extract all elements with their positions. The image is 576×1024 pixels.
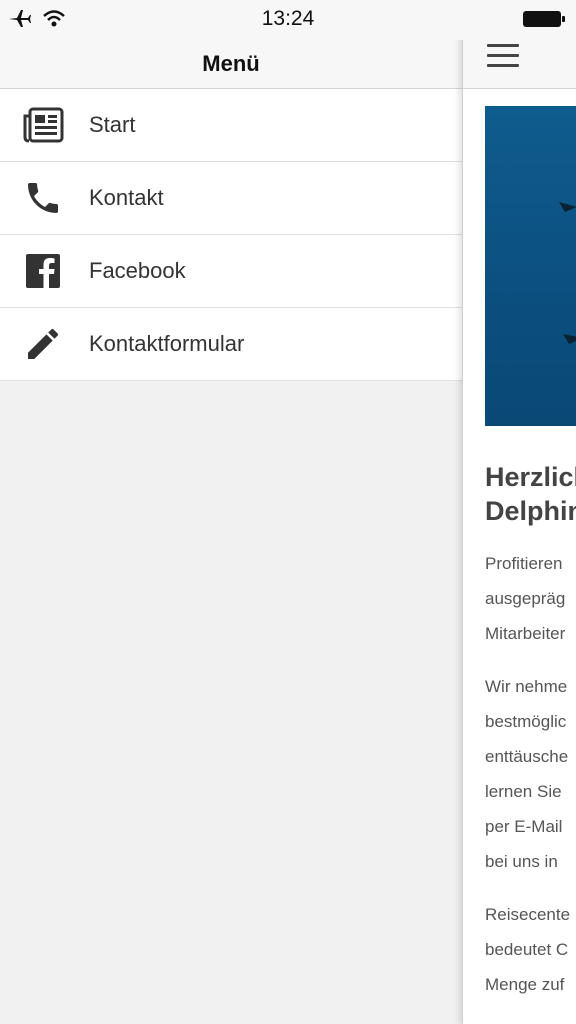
menu-item-start[interactable]: Start <box>0 89 462 162</box>
pencil-icon <box>21 322 65 366</box>
menu-item-kontaktformular[interactable]: Kontaktformular <box>0 308 462 381</box>
article-heading: Herzlich Delphin <box>485 460 576 528</box>
paragraph-line: lernen Sie <box>485 782 562 801</box>
paragraph-line: Menge zuf <box>485 975 565 994</box>
menu-item-label: Facebook <box>89 258 186 283</box>
status-bar: 13:24 <box>0 0 576 40</box>
article-paragraph: Wir nehme bestmöglic enttäusche lernen S… <box>485 669 576 879</box>
status-time: 13:24 <box>261 7 315 30</box>
menu-item-kontakt[interactable]: Kontakt <box>0 162 462 235</box>
article: Herzlich Delphin Profitieren ausgepräg M… <box>485 460 576 1020</box>
paragraph-line: Wir nehme <box>485 677 568 696</box>
paragraph-line: per E-Mail <box>485 817 563 836</box>
paragraph-line: enttäusche <box>485 747 569 766</box>
status-icons-left <box>8 8 66 33</box>
airplane-icon <box>8 8 32 33</box>
menu-item-facebook[interactable]: Facebook <box>0 235 462 308</box>
menu-item-label: Kontaktformular <box>89 331 245 356</box>
newspaper-icon <box>21 103 65 147</box>
wifi-icon <box>42 8 66 33</box>
article-paragraph: Reisecente bedeutet C Menge zuf <box>485 897 576 1002</box>
hero-image <box>485 106 576 426</box>
menu-title: Menü <box>0 40 462 89</box>
phone-icon <box>21 176 65 220</box>
paragraph-line: bestmöglic <box>485 712 567 731</box>
menu-item-label: Start <box>89 112 136 137</box>
menu-list: Start Kontakt Facebook Kontaktformular <box>0 89 462 381</box>
paragraph-line: ausgepräg <box>485 589 566 608</box>
facebook-icon <box>21 249 65 293</box>
airplane-photo <box>559 202 576 344</box>
battery-icon <box>522 9 566 34</box>
content-panel[interactable]: Herzlich Delphin Profitieren ausgepräg M… <box>462 28 576 1024</box>
paragraph-line: bei uns in <box>485 852 558 871</box>
hamburger-menu-icon[interactable] <box>487 44 519 70</box>
paragraph-line: Mitarbeiter <box>485 624 566 643</box>
heading-line: Delphin <box>485 496 576 526</box>
menu-item-label: Kontakt <box>89 185 164 210</box>
heading-line: Herzlich <box>485 462 576 492</box>
paragraph-line: Reisecente <box>485 905 571 924</box>
paragraph-line: Profitieren <box>485 554 563 573</box>
paragraph-line: bedeutet C <box>485 940 569 959</box>
article-paragraph: Profitieren ausgepräg Mitarbeiter <box>485 546 576 651</box>
